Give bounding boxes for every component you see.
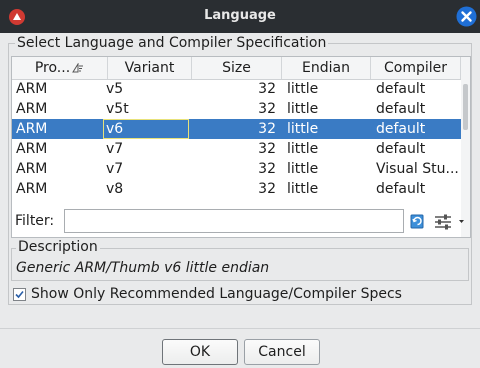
recommended-only-checkbox[interactable] (13, 288, 26, 301)
ok-button[interactable]: OK (162, 339, 238, 365)
dialog-body: Select Language and Compiler Specificati… (0, 33, 480, 368)
cell-size: 32 (258, 181, 276, 197)
cell-processor: ARM (16, 101, 48, 117)
filter-row: Filter: (11, 209, 471, 235)
recommended-only-label[interactable]: Show Only Recommended Language/Compiler … (31, 286, 402, 302)
sliders-dropdown-icon (435, 214, 464, 230)
button-separator (0, 328, 480, 329)
filter-settings-button[interactable] (433, 211, 467, 231)
cell-endian: little (287, 161, 319, 177)
cell-compiler: default (376, 181, 426, 197)
filter-refresh-icon (410, 214, 424, 229)
column-header-compiler[interactable]: Compiler (371, 57, 461, 79)
cell-compiler: default (376, 121, 426, 137)
column-header-size[interactable]: Size (192, 57, 282, 79)
description-text: Generic ARM/Thumb v6 little endian (16, 260, 270, 276)
title-bar: Language (0, 0, 480, 33)
cell-variant: v7 (106, 161, 124, 177)
description-label: Description (16, 239, 100, 255)
scrollbar-thumb[interactable] (463, 84, 468, 130)
column-header-variant[interactable]: Variant (108, 57, 192, 79)
cell-processor: ARM (16, 81, 48, 97)
cell-size: 32 (258, 141, 276, 157)
cell-endian: little (287, 141, 319, 157)
cell-compiler: default (376, 81, 426, 97)
close-window-button[interactable] (456, 6, 477, 27)
cell-endian: little (287, 121, 319, 137)
table-row[interactable]: ARM v8 32 little default (12, 179, 461, 199)
close-icon (456, 6, 477, 27)
cell-variant: v6 (103, 119, 189, 139)
cell-size: 32 (258, 121, 276, 137)
table-row[interactable]: ARM v5 32 little default (12, 79, 461, 99)
cell-processor: ARM (16, 161, 48, 177)
filter-options-button[interactable] (408, 211, 428, 231)
table-row[interactable]: ARM v6 32 little default (12, 119, 461, 139)
table-row[interactable]: ARM v7 32 little default (12, 139, 461, 159)
filter-label: Filter: (15, 213, 55, 229)
cell-compiler: default (376, 101, 426, 117)
sort-icon (72, 58, 84, 73)
column-header-endian[interactable]: Endian (282, 57, 371, 79)
window-title: Language (204, 8, 276, 23)
table-row[interactable]: ARM v5t 32 little default (12, 99, 461, 119)
group-title: Select Language and Compiler Specificati… (15, 35, 329, 51)
table-header: Pro... Variant Size Endian Compiler (12, 57, 461, 80)
filter-input[interactable] (64, 209, 404, 233)
cell-processor: ARM (16, 141, 48, 157)
cell-variant: v5t (106, 101, 129, 117)
cancel-button[interactable]: Cancel (244, 339, 320, 365)
cell-endian: little (287, 101, 319, 117)
checkmark-icon (15, 290, 24, 299)
cell-variant: v8 (106, 181, 124, 197)
cell-variant: v7 (106, 141, 124, 157)
cell-compiler: default (376, 141, 426, 157)
cell-size: 32 (258, 161, 276, 177)
cell-compiler: Visual Stu... (376, 161, 459, 177)
cell-variant: v5 (106, 81, 124, 97)
cell-processor: ARM (16, 121, 48, 137)
cell-size: 32 (258, 101, 276, 117)
cell-endian: little (287, 81, 319, 97)
column-header-processor[interactable]: Pro... (12, 57, 108, 79)
table-row[interactable]: ARM v7 32 little Visual Stu... (12, 159, 461, 179)
cell-endian: little (287, 181, 319, 197)
cell-size: 32 (258, 81, 276, 97)
cell-processor: ARM (16, 181, 48, 197)
